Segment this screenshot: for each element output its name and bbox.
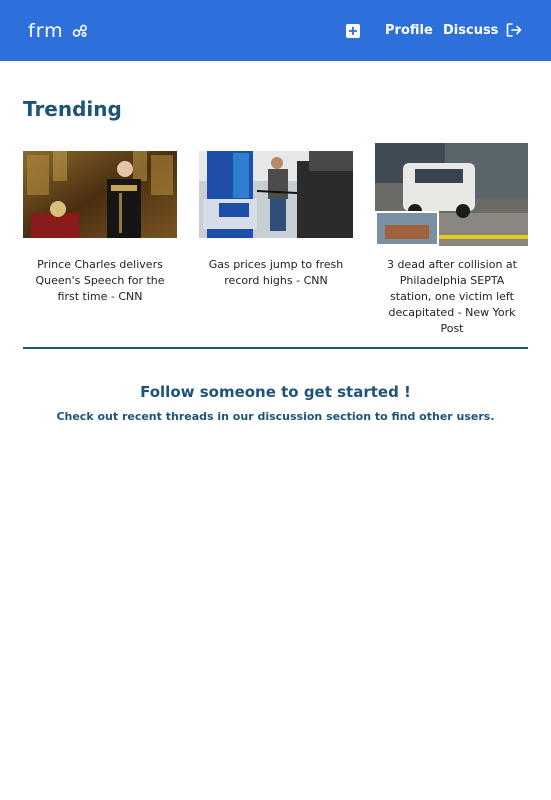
nav-discuss-link[interactable]: Discuss [443, 23, 498, 38]
empty-feed-subtitle: Check out recent threads in our discussi… [56, 410, 495, 423]
news-caption[interactable]: 3 dead after collision at Philadelphia S… [382, 257, 522, 337]
logo-text: frm [28, 20, 64, 42]
empty-feed-title: Follow someone to get started ! [140, 383, 411, 401]
logo-nodes-icon [72, 23, 88, 42]
section-divider [23, 347, 528, 349]
news-thumbnail-gas[interactable] [199, 151, 353, 238]
news-thumbnail-royal[interactable] [23, 151, 177, 238]
nav-profile-link[interactable]: Profile [385, 23, 433, 38]
top-navbar: frm Profile Discuss [0, 0, 551, 61]
news-caption[interactable]: Prince Charles delivers Queen's Speech f… [30, 257, 170, 305]
add-post-icon[interactable] [346, 23, 360, 42]
app-logo[interactable]: frm [28, 20, 88, 42]
trending-heading: Trending [23, 97, 122, 121]
news-caption[interactable]: Gas prices jump to fresh record highs - … [206, 257, 346, 289]
news-thumbnail-collision[interactable] [375, 143, 528, 246]
logout-icon[interactable] [506, 22, 522, 42]
